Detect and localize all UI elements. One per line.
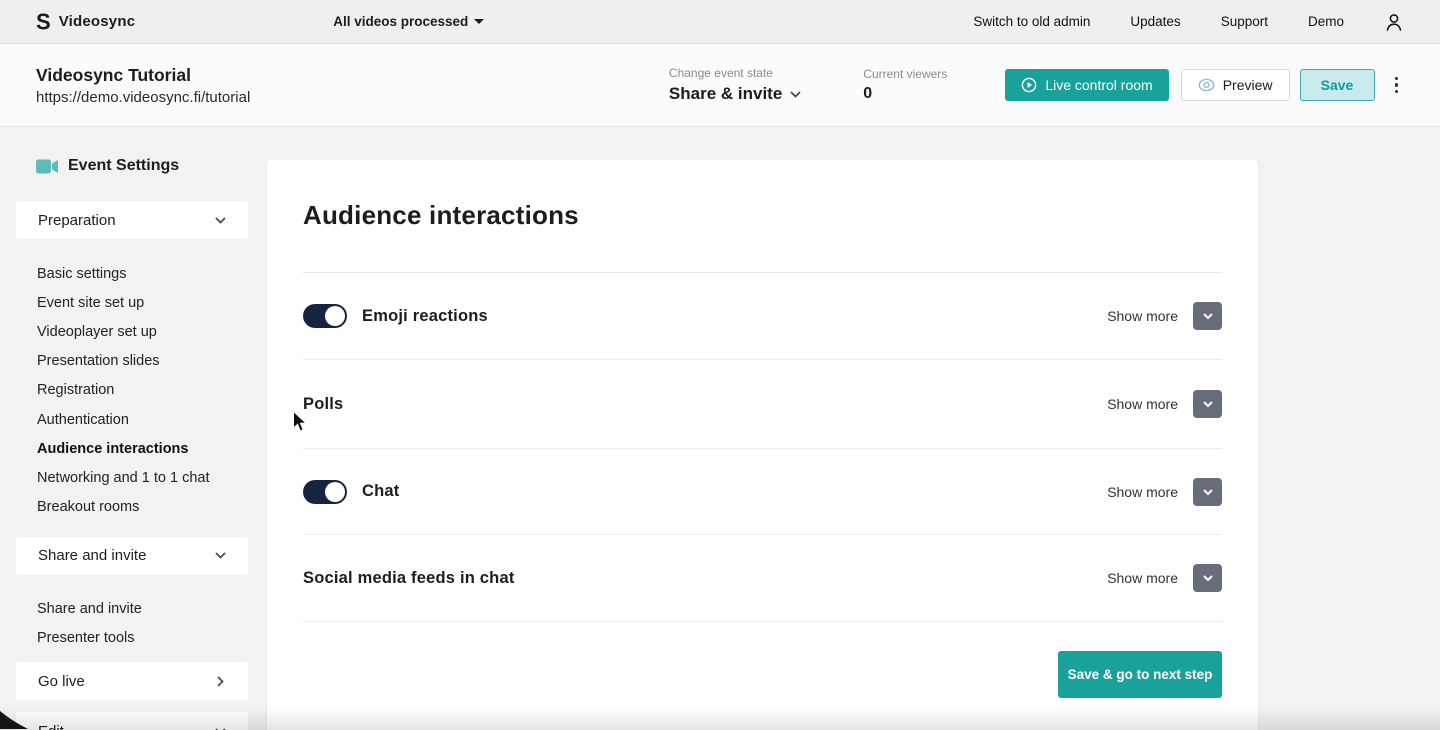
videos-processed-label: All videos processed	[333, 14, 469, 29]
sidebar-item-event-site-set-up[interactable]: Event site set up	[16, 288, 248, 317]
sidebar-section-go-live[interactable]: Go live	[16, 662, 248, 701]
preview-label: Preview	[1222, 77, 1273, 93]
brand-logo[interactable]: S Videosync	[36, 7, 136, 35]
sidebar-section-edit[interactable]: Edit	[16, 712, 248, 730]
event-title: Videosync Tutorial	[36, 64, 191, 85]
preview-button[interactable]: Preview	[1180, 69, 1290, 101]
setting-label: Chat	[362, 482, 400, 500]
sidebar-item-networking-1to1-chat[interactable]: Networking and 1 to 1 chat	[16, 463, 248, 492]
sidebar-title-label: Event Settings	[68, 157, 180, 174]
show-more-link[interactable]: Show more	[1107, 308, 1178, 324]
sidebar-item-presentation-slides[interactable]: Presentation slides	[16, 347, 248, 376]
expand-chevron-button[interactable]	[1193, 477, 1222, 506]
show-more-link[interactable]: Show more	[1107, 396, 1178, 412]
play-circle-icon	[1022, 77, 1037, 93]
setting-label: Polls	[303, 394, 344, 413]
caret-down-icon	[474, 19, 485, 24]
chevron-down-icon	[215, 216, 226, 224]
setting-row-chat: Chat Show more	[303, 449, 1222, 535]
chevron-down-icon	[1202, 575, 1213, 582]
more-options-kebab-icon[interactable]	[1389, 71, 1405, 100]
page-title: Audience interactions	[303, 200, 579, 230]
save-button[interactable]: Save	[1299, 69, 1375, 101]
preparation-items: Basic settings Event site set up Videopl…	[16, 259, 248, 522]
support-link[interactable]: Support	[1221, 14, 1268, 29]
audience-interactions-panel: Audience interactions Emoji reactions Sh…	[267, 160, 1258, 730]
section-label: Go live	[38, 672, 85, 690]
setting-label: Social media feeds in chat	[303, 568, 515, 587]
sidebar-item-authentication[interactable]: Authentication	[16, 405, 248, 434]
setting-row-polls: Polls Show more	[303, 360, 1222, 449]
sidebar-item-registration[interactable]: Registration	[16, 376, 248, 405]
event-header: Videosync Tutorial https://demo.videosyn…	[0, 44, 1440, 127]
sidebar-item-presenter-tools[interactable]: Presenter tools	[16, 624, 248, 653]
eye-icon	[1198, 78, 1215, 92]
emoji-reactions-toggle[interactable]	[303, 304, 347, 328]
top-navigation-bar: S Videosync All videos processed Switch …	[0, 0, 1440, 44]
chevron-down-icon	[1202, 401, 1213, 408]
sidebar-item-breakout-rooms[interactable]: Breakout rooms	[16, 493, 248, 522]
expand-chevron-button[interactable]	[1193, 390, 1222, 418]
chevron-down-icon	[1202, 313, 1213, 320]
change-event-state-label: Change event state	[668, 66, 773, 80]
expand-chevron-button[interactable]	[1193, 564, 1222, 592]
updates-link[interactable]: Updates	[1130, 14, 1180, 29]
current-viewers-count: 0	[863, 85, 873, 102]
brand-name: Videosync	[58, 13, 136, 30]
settings-sidebar: Event Settings Preparation Basic setting…	[16, 127, 248, 730]
section-label: Preparation	[38, 211, 116, 229]
current-viewers-label: Current viewers	[863, 67, 948, 81]
expand-chevron-button[interactable]	[1193, 302, 1222, 330]
chevron-down-icon	[1202, 488, 1213, 495]
event-state-dropdown[interactable]: Share & invite	[669, 84, 801, 104]
switch-old-admin-link[interactable]: Switch to old admin	[973, 14, 1090, 29]
event-url[interactable]: https://demo.videosync.fi/tutorial	[36, 89, 250, 106]
sidebar-section-share-and-invite[interactable]: Share and invite	[16, 536, 248, 575]
sidebar-title: Event Settings	[36, 157, 248, 175]
section-label: Share and invite	[38, 547, 147, 565]
section-label: Edit	[38, 723, 64, 730]
save-label: Save	[1320, 77, 1354, 93]
chevron-down-icon	[215, 552, 226, 559]
sidebar-section-preparation[interactable]: Preparation	[16, 201, 248, 239]
live-control-room-button[interactable]: Live control room	[1005, 69, 1169, 101]
demo-link[interactable]: Demo	[1308, 14, 1344, 29]
show-more-link[interactable]: Show more	[1107, 484, 1178, 500]
videos-processed-dropdown[interactable]: All videos processed	[333, 14, 485, 29]
account-icon[interactable]	[1384, 12, 1404, 32]
sidebar-item-videoplayer-set-up[interactable]: Videoplayer set up	[16, 317, 248, 346]
videosync-logo-icon: S	[36, 7, 51, 35]
show-more-link[interactable]: Show more	[1107, 570, 1178, 586]
setting-row-social-media-feeds: Social media feeds in chat Show more	[303, 535, 1222, 622]
event-state-value: Share & invite	[668, 84, 783, 103]
chevron-right-icon	[217, 675, 224, 687]
save-and-next-step-button[interactable]: Save & go to next step	[1058, 651, 1222, 698]
chat-toggle[interactable]	[303, 479, 347, 504]
chevron-down-icon	[790, 90, 801, 98]
setting-label: Emoji reactions	[362, 306, 488, 325]
sidebar-item-basic-settings[interactable]: Basic settings	[16, 259, 248, 288]
share-items: Share and invite Presenter tools	[16, 595, 248, 653]
video-camera-icon	[36, 159, 58, 173]
sidebar-item-audience-interactions[interactable]: Audience interactions	[16, 434, 248, 463]
sidebar-item-share-and-invite[interactable]: Share and invite	[16, 595, 248, 624]
live-control-room-label: Live control room	[1045, 77, 1153, 93]
setting-row-emoji-reactions: Emoji reactions Show more	[303, 273, 1222, 360]
